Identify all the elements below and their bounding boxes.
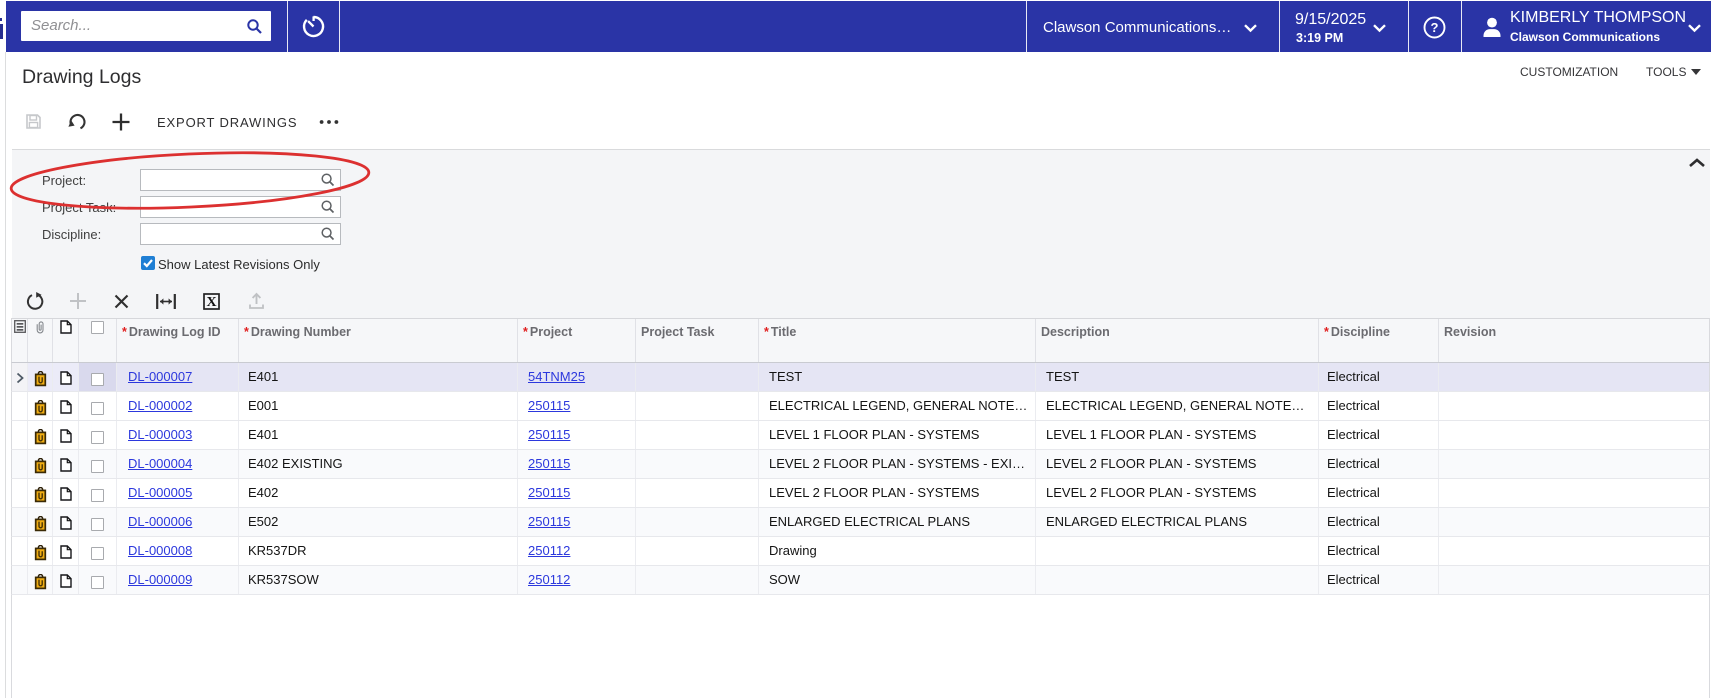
- svg-text:?: ?: [1431, 20, 1439, 35]
- svg-text:X: X: [206, 295, 216, 310]
